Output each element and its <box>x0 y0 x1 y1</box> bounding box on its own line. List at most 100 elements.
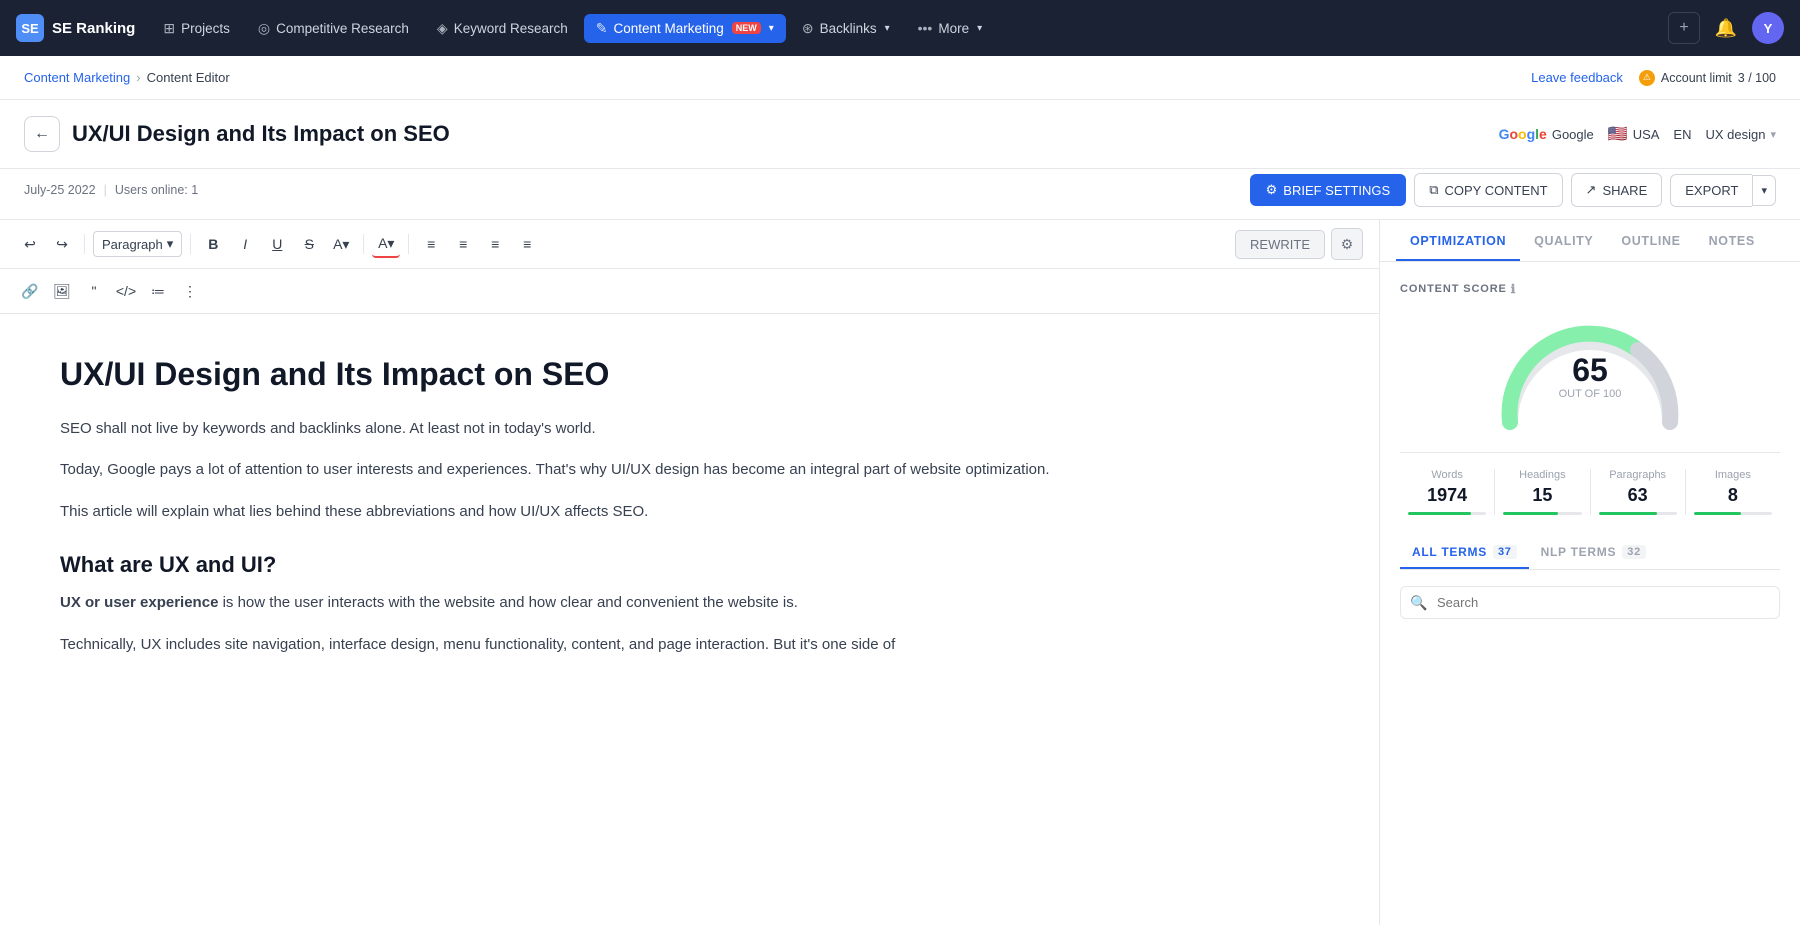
article-paragraph-3: This article will explain what lies behi… <box>60 499 1319 525</box>
doc-meta-info: July-25 2022 | Users online: 1 <box>24 183 198 197</box>
nav-item-projects[interactable]: ⊞ Projects <box>151 14 242 43</box>
backlinks-icon: ⊛ <box>802 20 814 37</box>
terms-search-input[interactable] <box>1400 586 1780 619</box>
gauge-out-of: OUT OF 100 <box>1559 388 1622 400</box>
stat-words-bar-fill <box>1408 512 1471 515</box>
gauge-score-value: 65 <box>1572 354 1608 386</box>
language-selector[interactable]: EN <box>1673 127 1691 142</box>
breadcrumb-parent[interactable]: Content Marketing <box>24 70 130 85</box>
terms-tab-nlp[interactable]: NLP TERMS 32 <box>1529 535 1658 569</box>
quote-button[interactable]: " <box>80 277 108 305</box>
new-badge: NEW <box>732 22 761 34</box>
right-panel-content: CONTENT SCORE ℹ 65 OUT OF 1 <box>1380 262 1800 925</box>
audience-selector[interactable]: UX design ▾ <box>1705 127 1776 142</box>
export-dropdown-button[interactable]: ▾ <box>1752 175 1776 206</box>
numbered-list-button[interactable]: ⋮ <box>176 277 204 305</box>
account-limit-value: 3 / 100 <box>1738 71 1776 85</box>
settings-icon-button[interactable]: ⚙ <box>1331 228 1363 260</box>
bullet-list-button[interactable]: ≔ <box>144 277 172 305</box>
terms-tab-all[interactable]: ALL TERMS 37 <box>1400 535 1529 569</box>
leave-feedback-link[interactable]: Leave feedback <box>1531 70 1623 85</box>
nav-item-more[interactable]: ••• More ▾ <box>906 14 995 42</box>
back-button[interactable]: ← <box>24 116 60 152</box>
stat-images-label: Images <box>1694 469 1772 481</box>
align-center-button[interactable]: ≡ <box>449 230 477 258</box>
align-left-button[interactable]: ≡ <box>417 230 445 258</box>
gauge-center: 65 OUT OF 100 <box>1559 354 1622 400</box>
country-selector[interactable]: 🇺🇸 USA <box>1608 124 1660 144</box>
copy-content-button[interactable]: ⧉ COPY CONTENT <box>1414 173 1562 207</box>
stat-images-value: 8 <box>1694 485 1772 506</box>
stat-headings-bar <box>1503 512 1581 515</box>
all-terms-count: 37 <box>1493 545 1517 559</box>
underline-button[interactable]: U <box>263 230 291 258</box>
content-score-section: CONTENT SCORE ℹ 65 OUT OF 1 <box>1400 282 1780 515</box>
tab-quality[interactable]: QUALITY <box>1520 220 1607 261</box>
code-button[interactable]: </> <box>112 277 140 305</box>
brief-settings-button[interactable]: ⚙ BRIEF SETTINGS <box>1250 174 1407 206</box>
nav-item-competitive-research[interactable]: ◎ Competitive Research <box>246 14 421 43</box>
strikethrough-button[interactable]: S <box>295 230 323 258</box>
breadcrumb-right-actions: Leave feedback ⚠ Account limit 3 / 100 <box>1531 70 1776 86</box>
stat-words-bar <box>1408 512 1486 515</box>
stat-words: Words 1974 <box>1400 469 1495 515</box>
nav-item-backlinks[interactable]: ⊛ Backlinks ▾ <box>790 14 902 43</box>
article-paragraph-4: UX or user experience is how the user in… <box>60 590 1319 616</box>
nav-item-keyword-research[interactable]: ◈ Keyword Research <box>425 14 580 43</box>
image-button[interactable]: 🖼 <box>48 277 76 305</box>
rewrite-button[interactable]: REWRITE <box>1235 230 1325 259</box>
brand-name: SE Ranking <box>52 20 135 37</box>
link-button[interactable]: 🔗 <box>16 277 44 305</box>
undo-button[interactable]: ↩ <box>16 230 44 258</box>
stat-paragraphs-bar-fill <box>1599 512 1658 515</box>
content-score-gauge: 65 OUT OF 100 <box>1400 312 1780 432</box>
paragraph-style-select[interactable]: Paragraph ▾ <box>93 231 182 257</box>
doc-users-online: Users online: 1 <box>115 183 198 197</box>
terms-search-wrapper: 🔍 <box>1400 586 1780 619</box>
editor-toolbar: ↩ ↪ Paragraph ▾ B I U S A▾ A▾ ≡ ≡ ≡ ≡ RE… <box>0 220 1379 269</box>
italic-button[interactable]: I <box>231 230 259 258</box>
bold-button[interactable]: B <box>199 230 227 258</box>
align-right-button[interactable]: ≡ <box>481 230 509 258</box>
toolbar-separator-1 <box>84 234 85 254</box>
nav-label-content-marketing: Content Marketing <box>613 21 723 36</box>
gear-icon: ⚙ <box>1266 182 1278 198</box>
nav-item-content-marketing[interactable]: ✎ Content Marketing NEW ▾ <box>584 14 786 43</box>
stat-paragraphs: Paragraphs 63 <box>1591 469 1686 515</box>
brand-logo[interactable]: SE SE Ranking <box>16 14 135 42</box>
tab-optimization[interactable]: OPTIMIZATION <box>1396 220 1520 261</box>
terms-header: ALL TERMS 37 NLP TERMS 32 <box>1400 535 1780 570</box>
search-engine-selector[interactable]: Google Google <box>1499 126 1594 142</box>
highlight-color-button[interactable]: A▾ <box>327 230 355 258</box>
redo-button[interactable]: ↪ <box>48 230 76 258</box>
notifications-bell[interactable]: 🔔 <box>1710 12 1742 44</box>
align-justify-button[interactable]: ≡ <box>513 230 541 258</box>
stat-images-bar <box>1694 512 1772 515</box>
tab-notes[interactable]: NOTES <box>1695 220 1769 261</box>
stat-images-bar-fill <box>1694 512 1741 515</box>
nav-label-more: More <box>938 21 969 36</box>
nav-label-competitive-research: Competitive Research <box>276 21 409 36</box>
tab-outline[interactable]: OUTLINE <box>1607 220 1694 261</box>
editor-content-area[interactable]: UX/UI Design and Its Impact on SEO SEO s… <box>0 314 1379 925</box>
more-icon: ••• <box>918 20 933 36</box>
user-avatar[interactable]: Y <box>1752 12 1784 44</box>
add-button[interactable]: + <box>1668 12 1700 44</box>
audience-label: UX design <box>1705 127 1765 142</box>
stats-row: Words 1974 Headings 15 Par <box>1400 452 1780 515</box>
account-limit-label: Account limit <box>1661 71 1732 85</box>
search-engine-label: Google <box>1552 127 1594 142</box>
article-paragraph-1: SEO shall not live by keywords and backl… <box>60 416 1319 442</box>
audience-dropdown-arrow: ▾ <box>1770 128 1776 141</box>
font-color-button[interactable]: A▾ <box>372 230 400 258</box>
flag-icon: 🇺🇸 <box>1608 124 1628 144</box>
doc-date: July-25 2022 <box>24 183 96 197</box>
content-score-info-icon[interactable]: ℹ <box>1511 282 1516 296</box>
share-icon: ↗ <box>1586 182 1597 198</box>
stat-paragraphs-value: 63 <box>1599 485 1677 506</box>
account-limit: ⚠ Account limit 3 / 100 <box>1639 70 1776 86</box>
export-button[interactable]: EXPORT <box>1670 174 1752 207</box>
stat-words-value: 1974 <box>1408 485 1486 506</box>
locale-selectors: Google Google 🇺🇸 USA EN UX design ▾ <box>1499 124 1776 144</box>
share-button[interactable]: ↗ SHARE <box>1571 173 1663 207</box>
